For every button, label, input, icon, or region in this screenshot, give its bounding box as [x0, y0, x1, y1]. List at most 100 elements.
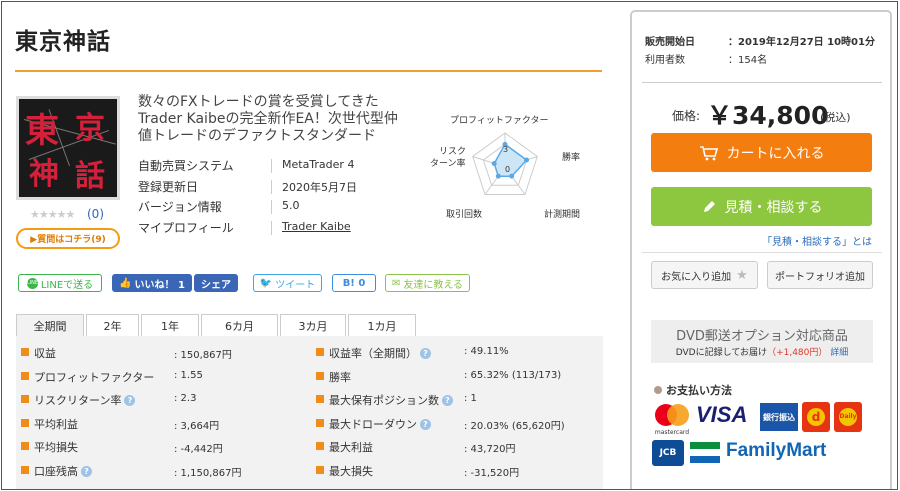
stat-row-right: 最大ドローダウン? : 20.03% (65,620円)	[316, 414, 606, 434]
spec-row: 登録更新日 2020年5月7日	[138, 178, 428, 198]
help-icon[interactable]: ?	[420, 419, 431, 430]
line-share-button[interactable]: LINE LINEで送る	[18, 274, 102, 292]
stat-value: : 2.3	[174, 393, 197, 404]
stat-bullet	[316, 466, 324, 474]
help-icon[interactable]: ?	[420, 348, 431, 359]
profile-link[interactable]: Trader Kaibe	[282, 220, 351, 233]
purchase-panel: 販売開始日 ：2019年12月27日 10時01分 利用者数 ：154名 価格:…	[630, 10, 892, 489]
tab-3-months[interactable]: 3カ月	[280, 314, 346, 337]
stat-row-left: 平均利益 : 3,664円	[21, 414, 311, 434]
radar-label-risk: リスク	[439, 146, 466, 157]
help-icon[interactable]: ?	[124, 395, 136, 406]
quote-help-link[interactable]: 「見積・相談する」とは	[762, 233, 872, 248]
radar-point	[491, 160, 497, 166]
stat-label: 平均利益	[34, 418, 78, 431]
tab-1-year[interactable]: 1年	[141, 314, 199, 337]
star-icon: ★	[736, 267, 748, 283]
facebook-like-button[interactable]: 👍 いいね！ 1	[112, 274, 192, 292]
stat-label: 勝率	[329, 371, 351, 384]
thumbs-up-icon: 👍	[119, 277, 132, 289]
mastercard-logo: mastercard	[652, 401, 692, 437]
stat-value: : 20.03% (65,620円)	[464, 421, 565, 432]
dvd-option-box: DVD郵送オプション対応商品 DVDに記録してお届け（+1,480円） 詳細	[651, 320, 873, 363]
image-kanji-2: 京	[75, 111, 105, 146]
stat-value: : -31,520円	[464, 468, 520, 479]
product-image: 東 京 神 話	[16, 96, 120, 200]
spec-value: 2020年5月7日	[282, 181, 357, 194]
stat-bullet	[21, 372, 29, 380]
stat-value: : 150,867円	[174, 350, 232, 361]
radar-point	[509, 173, 515, 179]
mail-icon: ✉	[391, 277, 401, 289]
stat-value: : 3,664円	[174, 421, 220, 432]
release-date-label: 販売開始日	[645, 37, 695, 48]
title-divider	[15, 70, 602, 72]
cart-button-label: カートに入れる	[726, 145, 825, 162]
quote-button[interactable]: 見積・相談する	[651, 187, 872, 226]
dvd-subtitle: DVDに記録してお届け（+1,480円） 詳細	[675, 348, 849, 358]
tax-note: (税込)	[820, 111, 851, 124]
add-to-cart-button[interactable]: カートに入れる	[651, 133, 872, 172]
image-kanji-4: 話	[75, 159, 105, 194]
stat-row-right: 勝率 : 65.32% (113/173)	[316, 367, 606, 387]
spec-row: マイプロフィール Trader Kaibe	[138, 219, 428, 239]
line-icon: LINE	[26, 277, 38, 289]
tweet-button[interactable]: 🐦 ツイート	[253, 274, 322, 292]
stat-label: プロフィットファクター	[34, 371, 155, 384]
tell-friend-button[interactable]: ✉ 友達に教える	[385, 274, 470, 292]
help-icon[interactable]: ?	[81, 466, 92, 477]
twitter-icon: 🐦	[259, 277, 273, 289]
page-title: 東京神話	[15, 29, 111, 55]
stat-bullet	[21, 348, 29, 356]
stat-label: 最大ドローダウン?	[329, 416, 431, 432]
stat-label: 収益	[34, 347, 56, 360]
stat-label: 最大利益	[329, 441, 373, 454]
stat-row-left: リスクリターン率?: 2.3	[21, 390, 311, 410]
quote-button-label: 見積・相談する	[724, 199, 823, 216]
docomo-d-logo: d	[802, 402, 830, 432]
tab-2-years[interactable]: 2年	[86, 314, 139, 337]
spec-value: 5.0	[282, 199, 300, 212]
review-count-link[interactable]: (0)	[87, 207, 104, 221]
stat-row-left: 口座残高?: 1,150,867円	[21, 461, 311, 481]
question-button[interactable]: ▶質問はコチラ(9)	[16, 228, 120, 249]
spec-row: 自動売買システム MetaTrader 4	[138, 157, 428, 177]
tab-1-month[interactable]: 1カ月	[348, 314, 416, 337]
dvd-detail-link[interactable]: 詳細	[830, 348, 848, 358]
page-frame: 東京神話 東 京 神 話 ★★★★★ (0) ▶質問はコチラ(9) 数々のFXト…	[1, 1, 898, 490]
familymart-icon	[690, 442, 720, 464]
tab-all-period[interactable]: 全期間	[16, 314, 84, 337]
radar-point	[524, 157, 530, 163]
add-portfolio-button[interactable]: ポートフォリオ追加	[767, 261, 873, 289]
tab-6-months[interactable]: 6カ月	[201, 314, 278, 337]
cart-icon	[699, 145, 718, 160]
release-date-value: ：2019年12月27日 10時01分	[728, 37, 875, 48]
stat-bullet	[21, 395, 29, 403]
stat-bullet	[316, 442, 324, 450]
stats-panel: 収益: 150,867円 プロフィットファクター: 1.55 リスクリターン率?: …	[16, 336, 606, 489]
stat-bullet	[316, 348, 324, 356]
stat-label: 収益率（全期間）?	[329, 345, 431, 361]
spec-label: 登録更新日	[138, 180, 199, 194]
radar-chart: プロフィットファクター 勝率 計測期間 取引回数 リスク ターン率 3 0	[430, 115, 580, 220]
hatena-bookmark-button[interactable]: B! 0	[332, 274, 376, 292]
radar-point	[495, 173, 501, 179]
stat-value: : 65.32% (113/173)	[464, 370, 562, 381]
stat-row-right: 最大利益: 43,720円	[316, 437, 606, 457]
stat-label: 最大損失	[329, 465, 373, 478]
spec-label: バージョン情報	[138, 200, 222, 214]
stat-label: 口座残高?	[34, 463, 92, 479]
help-icon[interactable]: ?	[442, 395, 453, 406]
stat-row-left: 平均損失: -4,442円	[21, 437, 311, 457]
dvd-title: DVD郵送オプション対応商品	[676, 329, 848, 344]
stat-bullet	[316, 372, 324, 380]
visa-logo: VISA	[696, 402, 748, 427]
radar-label-profit-factor: プロフィットファクター	[450, 115, 548, 126]
facebook-share-button[interactable]: シェア	[194, 274, 238, 292]
pencil-icon	[703, 200, 715, 212]
jcb-logo: JCB	[652, 440, 684, 466]
add-favorite-button[interactable]: お気に入り追加 ★	[651, 261, 758, 289]
stat-bullet	[21, 419, 29, 427]
svg-text:mastercard: mastercard	[655, 429, 689, 436]
daily-yamazaki-logo: Daily	[834, 402, 862, 432]
